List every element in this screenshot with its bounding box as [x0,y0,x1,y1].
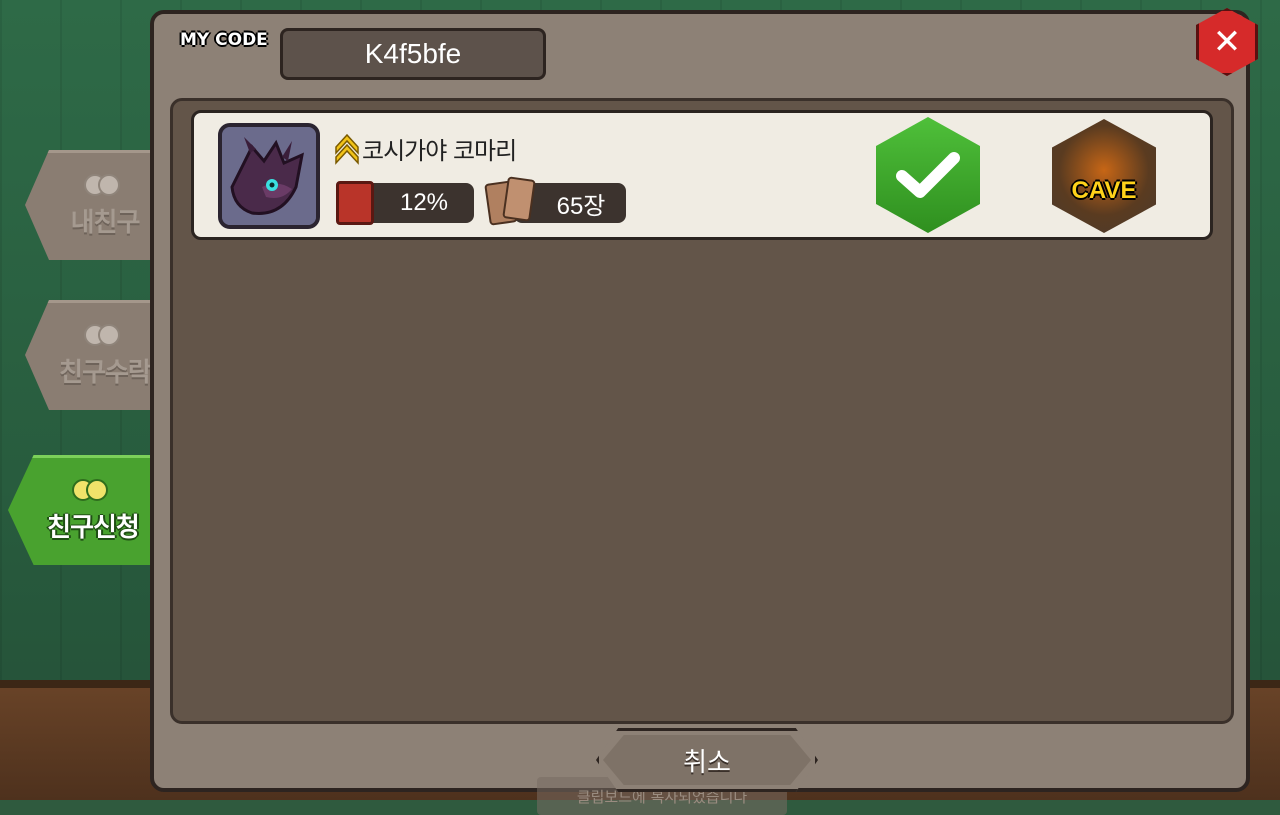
cards-icon [484,176,536,226]
list-item: 코시가야 코마리 12% 65장 CAVE [191,110,1213,240]
checkmark-icon [896,152,960,198]
collection-percent: 12% [364,183,474,223]
friend-request-list[interactable]: 코시가야 코마리 12% 65장 CAVE 클립보드에 복사되었습니다 [170,98,1234,815]
avatar[interactable] [218,123,320,229]
accept-button[interactable] [876,117,980,233]
cancel-label: 취소 [683,747,731,778]
friends-icon [68,479,108,505]
mycode-field[interactable]: K4f5bfe [280,28,546,80]
rank-chevron-icon [335,133,359,165]
friends-icon [80,324,120,350]
friends-icon [80,174,120,200]
friend-panel: MY CODE K4f5bfe ✕ 코시가야 코마리 12% 65장 CAVE … [150,8,1258,815]
cancel-button[interactable]: 취소 [596,728,818,792]
tab-label: 내친구 [70,208,141,238]
friend-name: 코시가야 코마리 [362,137,517,165]
tab-label: 친구신청 [47,513,140,543]
tab-label: 친구수락 [59,358,152,388]
mycode-label: MY CODE [180,30,268,50]
close-button[interactable]: ✕ [1196,8,1258,76]
tab-friend-request[interactable]: 친구신청 [8,455,168,565]
cave-button[interactable]: CAVE [1052,119,1156,233]
book-icon [336,181,374,225]
close-icon: ✕ [1212,22,1242,62]
cave-label: CAVE [1071,177,1137,204]
dragon-icon [222,127,316,225]
